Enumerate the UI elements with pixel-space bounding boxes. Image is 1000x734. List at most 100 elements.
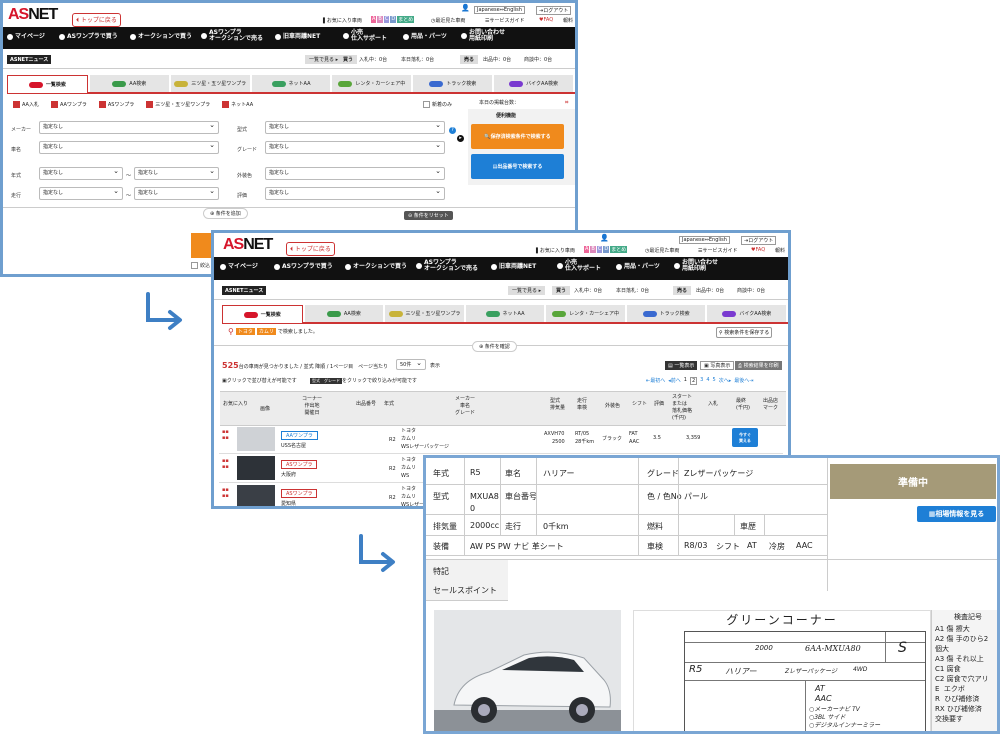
car-photo[interactable] [237,485,275,506]
star-b[interactable]: B [377,16,383,23]
nav-mypage[interactable]: マイページ [7,33,45,41]
header-shift[interactable]: シフト [632,400,647,407]
tab-bike[interactable]: バイクAA検索 [707,305,787,322]
check-star-onepla[interactable]: 三ツ星・五ツ星ワンプラ [146,101,210,108]
news-tag[interactable]: ASNETニュース [222,286,267,295]
pager-last[interactable]: 最後へ⇥ [734,377,753,385]
nav-contact[interactable]: お問い合わせ 用紙印刷 [674,259,718,273]
top-button[interactable]: ⏴ トップに戻る [286,242,335,256]
corner-badge[interactable]: ASワンプラ [281,489,318,498]
sell-stat-negotiating[interactable]: 商談中：0台 [524,56,552,63]
reset-button[interactable]: ⊖ 条件をリセット [404,211,453,220]
nav-retail-support[interactable]: 小売 仕入サポート [343,29,387,43]
pager-first[interactable]: ⇤最初へ [646,377,665,385]
language-switch[interactable]: Japanese⇔English [679,236,730,244]
sell-stat-listing[interactable]: 出品中：0台 [696,287,724,294]
nav-buy-asonepla[interactable]: ASワンプラで買う [274,263,333,271]
corner-badge[interactable]: AAワンプラ [281,431,318,440]
header-year[interactable]: 年式 [384,400,394,407]
pager-5[interactable]: 5 [713,377,716,385]
asnet-logo[interactable]: ASNET [8,6,58,24]
service-guide-link[interactable]: ☰サービスガイド [485,17,525,24]
save-condition-button[interactable]: ⚲ 検索条件を保存する [716,327,773,338]
score-select[interactable]: 指定なし [265,187,445,200]
corner-badge[interactable]: ASワンプラ [281,460,318,469]
check-filter[interactable]: 絞込 [191,262,210,269]
tab-list-search[interactable]: 一覧検索 [7,75,88,93]
buy-stat-bidding[interactable]: 入札中：0台 [574,287,602,294]
list-view-toggle[interactable]: ▤ 一覧表示 [665,361,698,370]
star-a[interactable]: A [584,246,590,253]
confirm-condition-button[interactable]: ⊕ 条件を確認 [472,341,517,352]
star-summary[interactable]: まとめ [610,246,628,253]
buy-stat-bidding[interactable]: 入札中：0台 [359,56,387,63]
photo-view-toggle[interactable]: ▣ 写真表示 [700,361,735,370]
check-new-only[interactable]: 新着のみ [423,101,452,108]
list-view-button[interactable]: 一覧で見る ▸ [305,55,343,64]
star-badges[interactable]: ▪▪ ▪▪ [222,458,229,470]
buy-stat-won[interactable]: 本日落札：0台 [401,56,434,63]
car-photo[interactable] [237,427,275,451]
pager-next[interactable]: 次へ▸ [719,377,732,385]
faq-link[interactable]: ♥FAQ [751,247,765,253]
list-view-button[interactable]: 一覧で見る ▸ [508,286,546,295]
nav-mypage[interactable]: マイページ [220,263,258,271]
check-aa-onepla[interactable]: AAワンプラ [50,101,87,108]
nav-buy-auction[interactable]: オークションで買う [345,263,407,271]
print-results-button[interactable]: ⎙ 検索結果を印刷 [735,361,782,370]
color-select[interactable]: 指定なし [265,167,445,180]
favorites-link[interactable]: ▌お気に入り車両 [323,17,362,24]
star-c[interactable]: C [383,16,390,23]
star-a[interactable]: A [371,16,377,23]
model-select[interactable]: 指定なし [265,121,445,134]
logout-button[interactable]: ⇥ログアウト [536,6,572,15]
nav-buy-auction[interactable]: オークションで買う [130,33,192,41]
tab-net-aa[interactable]: ネットAA [465,305,545,322]
maker-select[interactable]: 指定なし [39,121,219,134]
tab-rental[interactable]: レンタ・カーシェア中 [546,305,625,322]
tab-aa-search[interactable]: AA検索 [89,75,169,92]
add-condition-button[interactable]: ⊕ 条件を追加 [203,208,248,219]
logout-button[interactable]: ⇥ログアウト [741,236,777,245]
help-link[interactable]: 報料 [775,247,785,254]
recent-link[interactable]: ◷最近見た車両 [431,17,465,24]
nav-retail-support[interactable]: 小売 仕入サポート [557,259,601,273]
language-switch[interactable]: Japanese⇔English [474,6,525,14]
star-b[interactable]: B [590,246,596,253]
star-summary[interactable]: まとめ [397,16,415,23]
tab-star-onepla[interactable]: 三ツ星・五ツ星ワンプラ [170,75,250,92]
header-corner[interactable]: コーナー 作出地 開催日 [302,395,322,416]
check-net-aa[interactable]: ネットAA [222,101,253,108]
pager-3[interactable]: 3 [700,377,703,385]
nav-sell[interactable]: ASワンプラ オークションで売る [416,259,478,273]
car-photo[interactable] [434,610,621,731]
tab-list-search[interactable]: 一覧検索 [222,305,303,323]
pager-2[interactable]: 2 [689,377,698,385]
header-bid[interactable]: 入札 [708,400,718,407]
header-mileage[interactable]: 走行 車検 [577,397,587,411]
header-color[interactable]: 外装色 [605,402,620,409]
table-row[interactable]: ▪▪ ▪▪ AAワンプラ USS名古屋 R2 トヨタ カムリ WSレザーパッケージ A… [219,425,783,454]
nav-sell[interactable]: ASワンプラ オークションで売る [201,29,263,43]
year-from-select[interactable]: 指定なし [39,167,123,180]
inspection-sheet[interactable]: グリーンコーナー 6AA-MXUA80 2000 S ハリアー Zレザーパッケー… [633,610,931,731]
help-icon[interactable]: ? [449,127,456,134]
per-page-select[interactable]: 50件 [396,359,426,370]
mileage-to-select[interactable]: 指定なし [134,187,219,200]
top-button[interactable]: ⏴ トップに戻る [72,13,121,27]
tab-star-onepla[interactable]: 三ツ星・五ツ星ワンプラ [385,305,464,322]
nav-parts[interactable]: 用品・パーツ [616,263,660,271]
favorites-link[interactable]: ▌お気に入り車両 [536,247,575,254]
faq-link[interactable]: ♥FAQ [539,17,553,23]
user-icon[interactable]: 👤 [600,234,609,242]
nav-parts[interactable]: 用品・パーツ [403,33,447,41]
header-final[interactable]: 最終 (千円) [736,397,750,411]
car-name[interactable]: トヨタ カムリ WSレザーパッケージ [401,427,449,451]
year-to-select[interactable]: 指定なし [134,167,219,180]
tab-bike[interactable]: バイクAA検索 [494,75,574,92]
market-info-button[interactable]: ▦ 相場情報を見る [917,506,996,522]
car-name[interactable]: トヨタ カムリ WSレザー [401,485,424,506]
check-as-onepla[interactable]: ASワンプラ [98,101,134,108]
header-lot-number[interactable]: 出品番号 [356,400,376,407]
help-link[interactable]: 報料 [563,17,573,24]
